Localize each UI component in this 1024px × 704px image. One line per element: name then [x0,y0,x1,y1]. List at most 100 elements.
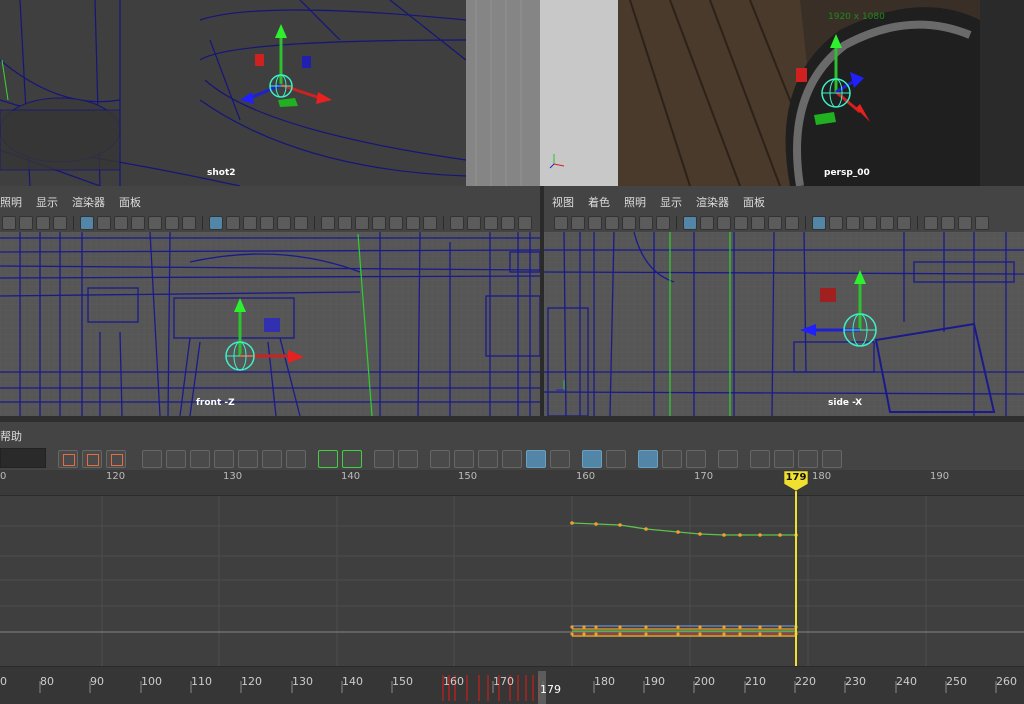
shadows-icon[interactable] [897,216,911,230]
unify-tangents-icon[interactable] [398,450,418,468]
menu-display-right[interactable]: 显示 [660,194,682,210]
ambient-occlusion-icon[interactable] [924,216,938,230]
camera-attributes-icon[interactable] [36,216,50,230]
graph-current-time-line[interactable] [795,482,797,666]
time-slider[interactable]: 0 80 90 100 110 120 130 140 150 160 170 … [0,666,1024,704]
menu-display-left[interactable]: 显示 [36,194,58,210]
depth-of-field-icon[interactable] [372,216,386,230]
manipulator-shot2[interactable] [240,20,340,120]
bookmark-icon[interactable] [605,216,619,230]
lock-camera-icon[interactable] [19,216,33,230]
time-snap-icon[interactable] [526,450,546,468]
grid-icon[interactable] [683,216,697,230]
flat-tangent-icon[interactable] [238,450,258,468]
safe-action-icon[interactable] [768,216,782,230]
motion-blur-icon[interactable] [338,216,352,230]
manipulator-front[interactable] [200,292,310,382]
textured-icon[interactable] [863,216,877,230]
cycle-offset-icon[interactable] [774,450,794,468]
oscillate-icon[interactable] [798,450,818,468]
field-chart-icon[interactable] [751,216,765,230]
wireframe-icon[interactable] [209,216,223,230]
break-tangents-icon[interactable] [374,450,394,468]
grease-pencil-icon[interactable] [656,216,670,230]
value-snap-icon[interactable] [550,450,570,468]
plateau-tangent-icon[interactable] [286,450,306,468]
smooth-shade-icon[interactable] [829,216,843,230]
safe-action-icon[interactable] [165,216,179,230]
frame-playback-icon[interactable] [82,450,102,468]
manipulator-persp[interactable] [790,30,890,130]
isolate-curve-icon[interactable] [718,450,738,468]
auto-load-icon[interactable] [478,450,498,468]
linear-tangent-icon[interactable] [214,450,234,468]
xray-icon[interactable] [406,216,420,230]
anti-alias-icon[interactable] [958,216,972,230]
graph-current-time-marker[interactable]: 179 [783,470,809,492]
cycle-icon[interactable] [750,450,770,468]
manipulator-side[interactable] [794,268,904,368]
viewport-front[interactable]: front -Z [0,232,540,416]
exposure-icon[interactable] [450,216,464,230]
resolution-gate-icon[interactable] [717,216,731,230]
color-manage-icon[interactable] [484,216,498,230]
camera-attributes-icon[interactable] [588,216,602,230]
swap-buffer-curve-icon[interactable] [342,450,362,468]
film-gate-icon[interactable] [700,216,714,230]
wireframe-icon[interactable] [812,216,826,230]
menu-shading-right[interactable]: 着色 [588,194,610,210]
safe-title-icon[interactable] [785,216,799,230]
xray-joints-icon[interactable] [423,216,437,230]
wireframe-on-shaded-icon[interactable] [846,216,860,230]
motion-blur-icon[interactable] [941,216,955,230]
safe-title-icon[interactable] [182,216,196,230]
shadows-icon[interactable] [294,216,308,230]
menu-panels-right[interactable]: 面板 [743,194,765,210]
normalize-icon[interactable] [582,450,602,468]
spline-tangent-icon[interactable] [166,450,186,468]
resolution-gate-icon[interactable] [114,216,128,230]
center-current-icon[interactable] [106,450,126,468]
ambient-occlusion-icon[interactable] [321,216,335,230]
lock-camera-icon[interactable] [571,216,585,230]
smooth-shade-icon[interactable] [226,216,240,230]
select-camera-icon[interactable] [2,216,16,230]
menu-view-right[interactable]: 视图 [552,194,574,210]
select-camera-icon[interactable] [554,216,568,230]
gate-mask-icon[interactable] [734,216,748,230]
gate-mask-icon[interactable] [131,216,145,230]
two-d-pan-icon[interactable] [639,216,653,230]
stacked-curves-icon[interactable] [638,450,658,468]
graph-editor-search-field[interactable] [0,448,46,468]
lights-icon[interactable] [880,216,894,230]
buffer-curve-snapshot-icon[interactable] [318,450,338,468]
isolate-icon[interactable] [389,216,403,230]
anti-alias-icon[interactable] [355,216,369,230]
menu-lighting-right[interactable]: 照明 [624,194,646,210]
viewport-persp[interactable]: 1920 x 1080 persp_00 [540,0,1024,186]
viewport-side[interactable]: side -X [544,232,1024,416]
denormalize-icon[interactable] [606,450,626,468]
view-transform-icon[interactable] [501,216,515,230]
menu-lighting-left[interactable]: 照明 [0,194,22,210]
viewport-shot2[interactable]: shot2 [0,0,466,186]
load-selected-icon[interactable] [502,450,522,468]
stepped-tangent-icon[interactable] [262,450,282,468]
clamped-tangent-icon[interactable] [190,450,210,468]
depth-of-field-icon[interactable] [975,216,989,230]
gamma-icon[interactable] [467,216,481,230]
field-chart-icon[interactable] [148,216,162,230]
menu-panels-left[interactable]: 面板 [119,194,141,210]
post-infinity-icon[interactable] [686,450,706,468]
menu-renderer-left[interactable]: 渲染器 [72,194,105,210]
free-tangent-weight-icon[interactable] [430,450,450,468]
wireframe-on-shaded-icon[interactable] [243,216,257,230]
grid-icon[interactable] [80,216,94,230]
frame-all-icon[interactable] [58,450,78,468]
auto-tangent-icon[interactable] [142,450,162,468]
menu-renderer-right[interactable]: 渲染器 [696,194,729,210]
graph-editor-ruler[interactable]: 0 120 130 140 150 160 170 180 190 [0,470,1024,496]
graph-editor-canvas[interactable] [0,496,1024,666]
film-gate-icon[interactable] [97,216,111,230]
bookmark-icon[interactable] [53,216,67,230]
